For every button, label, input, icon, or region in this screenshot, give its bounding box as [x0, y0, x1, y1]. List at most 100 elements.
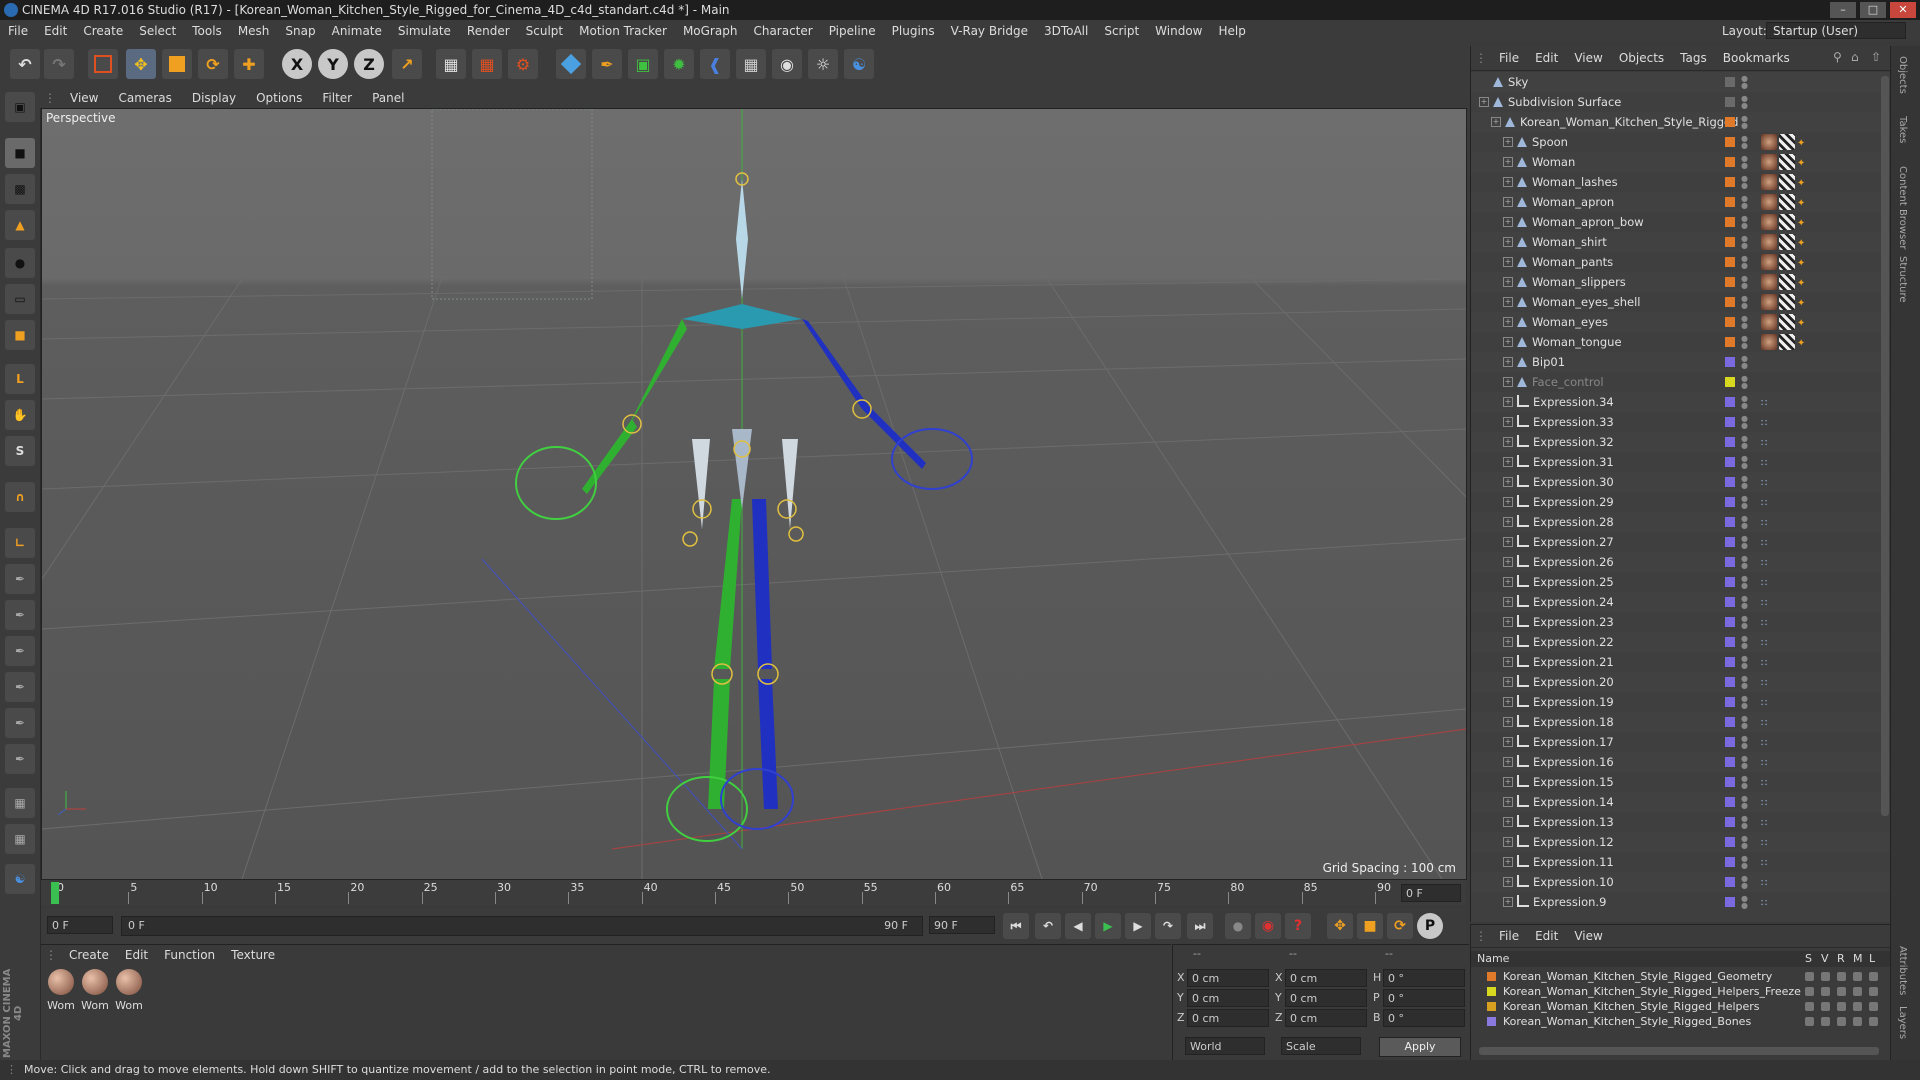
material-menu-function[interactable]: Function — [156, 948, 223, 962]
menu-3dtoall[interactable]: 3DToAll — [1036, 24, 1096, 38]
xpresso-tag-icon[interactable]: ∷ — [1761, 774, 1777, 790]
visibility-dots-icon[interactable]: ● ● — [1741, 775, 1748, 790]
expand-icon[interactable]: + — [1503, 137, 1513, 147]
layer-color-swatch[interactable] — [1725, 237, 1735, 247]
expand-icon[interactable]: + — [1503, 777, 1513, 787]
motion-record-button[interactable]: ● — [1225, 913, 1251, 939]
viewport-perspective[interactable]: Perspective Grid Spacing: 100 cm — [41, 108, 1467, 880]
redo-button[interactable]: ↷ — [44, 49, 74, 79]
layer-toggle-icon[interactable] — [1869, 972, 1878, 981]
object-row[interactable]: + Expression.19 ● ● ∷ — [1471, 692, 1891, 712]
timeline-ruler[interactable]: 0 5 10 15 20 25 30 35 40 45 50 55 60 65 70 75 80 85 90 0 F — [41, 880, 1466, 906]
material-item[interactable]: Wom — [45, 969, 77, 1021]
xpresso-tag-icon[interactable]: ∷ — [1761, 554, 1777, 570]
visibility-dots-icon[interactable]: ● ● — [1741, 135, 1748, 150]
visibility-dots-icon[interactable]: ● ● — [1741, 735, 1748, 750]
object-menu-objects[interactable]: Objects — [1611, 51, 1672, 65]
next-frame-button[interactable]: ▶ — [1125, 913, 1151, 939]
expand-icon[interactable]: + — [1503, 517, 1513, 527]
xpresso-tag-icon[interactable]: ∷ — [1761, 694, 1777, 710]
magnet-button[interactable]: ∩ — [5, 482, 35, 512]
record-keyframe-button[interactable]: ◉ — [1255, 913, 1281, 939]
object-row[interactable]: + Expression.13 ● ● ∷ — [1471, 812, 1891, 832]
render-settings-button[interactable]: ⚙ — [508, 49, 538, 79]
expand-icon[interactable]: + — [1503, 437, 1513, 447]
object-row[interactable]: + Expression.30 ● ● ∷ — [1471, 472, 1891, 492]
expand-icon[interactable]: + — [1503, 357, 1513, 367]
tab-objects[interactable]: Objects — [1897, 56, 1908, 94]
layer-color-swatch[interactable] — [1725, 497, 1735, 507]
visibility-dots-icon[interactable]: ● ● — [1741, 695, 1748, 710]
object-row[interactable]: + Expression.17 ● ● ∷ — [1471, 732, 1891, 752]
object-row[interactable]: + Expression.18 ● ● ∷ — [1471, 712, 1891, 732]
layer-color-swatch[interactable] — [1725, 117, 1735, 127]
layer-color-swatch[interactable] — [1725, 477, 1735, 487]
layer-toggle-icon[interactable] — [1853, 972, 1862, 981]
menu-character[interactable]: Character — [745, 24, 820, 38]
visibility-dots-icon[interactable]: ● ● — [1741, 715, 1748, 730]
texture-tag-icon[interactable] — [1761, 254, 1777, 270]
object-menu-bookmarks[interactable]: Bookmarks — [1715, 51, 1798, 65]
expand-icon[interactable]: + — [1503, 197, 1513, 207]
coord-value-field[interactable]: 0 cm — [1285, 989, 1367, 1007]
layer-toggle-icon[interactable] — [1805, 987, 1814, 996]
object-row[interactable]: + Expression.23 ● ● ∷ — [1471, 612, 1891, 632]
weight-tag-icon[interactable]: ✦ — [1797, 194, 1813, 210]
xpresso-tag-icon[interactable]: ∷ — [1761, 494, 1777, 510]
visibility-dots-icon[interactable]: ● ● — [1741, 375, 1748, 390]
texture-tag-icon[interactable] — [1761, 294, 1777, 310]
visibility-dots-icon[interactable]: ● ● — [1741, 415, 1748, 430]
go-to-end-button[interactable]: ⏭ — [1187, 913, 1213, 939]
object-row[interactable]: + Woman_pants ● ● ✦ — [1471, 252, 1891, 272]
layer-color-swatch[interactable] — [1725, 437, 1735, 447]
snap-button[interactable]: S — [5, 436, 35, 466]
home-icon[interactable]: ⌂ — [1851, 50, 1859, 64]
menu-render[interactable]: Render — [459, 24, 518, 38]
xpresso-tag-icon[interactable]: ∷ — [1761, 414, 1777, 430]
coordinate-mode-select[interactable]: World — [1185, 1037, 1265, 1055]
object-menu-edit[interactable]: Edit — [1527, 51, 1566, 65]
object-row[interactable]: + Bip01 ● ● — [1471, 352, 1891, 372]
visibility-dots-icon[interactable]: ● ● — [1741, 755, 1748, 770]
visibility-dots-icon[interactable]: ● ● — [1741, 295, 1748, 310]
weight-tag-icon[interactable]: ✦ — [1797, 274, 1813, 290]
layer-color-swatch[interactable] — [1725, 697, 1735, 707]
viewport-menu-options[interactable]: Options — [246, 91, 312, 105]
layer-color-swatch[interactable] — [1725, 657, 1735, 667]
coord-value-field[interactable]: 0 ° — [1383, 1009, 1465, 1027]
expand-icon[interactable]: + — [1503, 557, 1513, 567]
expand-icon[interactable]: + — [1479, 97, 1489, 107]
layer-color-swatch[interactable] — [1725, 897, 1735, 907]
visibility-dots-icon[interactable]: ● ● — [1741, 175, 1748, 190]
camera-button[interactable]: ◉ — [772, 49, 802, 79]
weight-tag-icon[interactable]: ✦ — [1797, 254, 1813, 270]
coord-value-field[interactable]: 0 ° — [1383, 989, 1465, 1007]
visibility-dots-icon[interactable]: ● ● — [1741, 875, 1748, 890]
sculpt-tool-button[interactable]: ✒ — [5, 744, 35, 774]
object-row[interactable]: + Expression.16 ● ● ∷ — [1471, 752, 1891, 772]
object-row[interactable]: + Woman_tongue ● ● ✦ — [1471, 332, 1891, 352]
expand-icon[interactable]: + — [1503, 577, 1513, 587]
expand-icon[interactable]: + — [1503, 737, 1513, 747]
polygons-mode-button[interactable]: ■ — [5, 320, 35, 350]
layer-color-swatch[interactable] — [1725, 217, 1735, 227]
edges-mode-button[interactable]: ▭ — [5, 284, 35, 314]
uvw-tag-icon[interactable] — [1779, 314, 1795, 330]
material-item[interactable]: Wom — [79, 969, 111, 1021]
undo-button[interactable]: ↶ — [10, 49, 40, 79]
floor-button[interactable]: ▦ — [736, 49, 766, 79]
expand-icon[interactable]: + — [1503, 237, 1513, 247]
material-menu-texture[interactable]: Texture — [223, 948, 283, 962]
texture-tag-icon[interactable] — [1761, 194, 1777, 210]
expand-icon[interactable]: + — [1491, 117, 1501, 127]
object-row[interactable]: + Woman_lashes ● ● ✦ — [1471, 172, 1891, 192]
menu-motion-tracker[interactable]: Motion Tracker — [571, 24, 675, 38]
uvw-tag-icon[interactable] — [1779, 294, 1795, 310]
previous-keyframe-button[interactable]: ↶ — [1035, 913, 1061, 939]
layer-color-swatch[interactable] — [1487, 972, 1496, 981]
xpresso-tag-icon[interactable]: ∷ — [1761, 594, 1777, 610]
playhead[interactable] — [51, 882, 59, 904]
xpresso-tag-icon[interactable]: ∷ — [1761, 754, 1777, 770]
layer-toggle-icon[interactable] — [1821, 1002, 1830, 1011]
layer-toggle-icon[interactable] — [1869, 1002, 1878, 1011]
